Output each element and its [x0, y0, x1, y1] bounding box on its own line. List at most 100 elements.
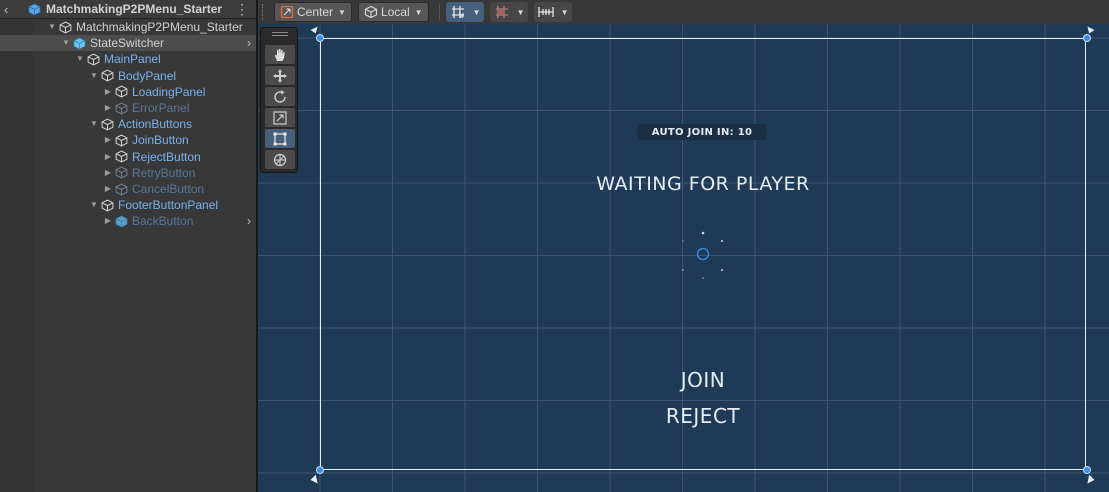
gameobject-cube-icon: [115, 85, 128, 98]
collapsed-arrow-icon[interactable]: ▶: [103, 165, 113, 181]
scene-cube-icon: [28, 3, 41, 15]
prefab-cube-icon: [115, 215, 128, 228]
collapsed-arrow-icon[interactable]: ▶: [103, 149, 113, 165]
hierarchy-item-actionbuttons[interactable]: ▼ ActionButtons: [0, 116, 257, 132]
hierarchy-item-label: MainPanel: [104, 52, 161, 67]
gameobject-cube-icon: [101, 69, 114, 82]
hierarchy-item-label: ErrorPanel: [132, 101, 190, 115]
chevron-right-icon[interactable]: ›: [247, 35, 251, 51]
gameobject-cube-icon: [115, 183, 128, 195]
align-toggle[interactable]: ▼: [533, 2, 572, 22]
align-button[interactable]: [533, 2, 558, 22]
caret-down-icon: ▼: [414, 7, 423, 17]
expanded-arrow-icon[interactable]: ▼: [75, 51, 85, 67]
expanded-arrow-icon[interactable]: ▼: [89, 116, 99, 132]
hierarchy-item-cancelbutton[interactable]: ▶ CancelButton: [0, 181, 257, 197]
collapsed-arrow-icon[interactable]: ▶: [103, 84, 113, 100]
chevron-right-icon[interactable]: ›: [247, 213, 251, 229]
increment-snap-icon: [495, 6, 508, 18]
gameobject-cube-icon: [59, 21, 72, 33]
pivot-center-icon: [280, 5, 294, 19]
hand-icon: [275, 48, 285, 61]
anchor-top-left-icon: [309, 25, 319, 35]
hierarchy-item-stateswitcher[interactable]: ▼ StateSwitcher ›: [0, 35, 257, 52]
hierarchy-item-label: BackButton: [132, 214, 194, 229]
collapsed-arrow-icon[interactable]: ▶: [103, 181, 113, 197]
caret-down-icon[interactable]: ▼: [469, 2, 484, 22]
hierarchy-item-label: ActionButtons: [118, 117, 193, 132]
scene-toolbar: Center ▼ Local ▼ ▼ ▼ ▼: [258, 0, 1109, 24]
rotate-icon: [274, 89, 286, 103]
collapsed-arrow-icon[interactable]: ▶: [103, 100, 113, 116]
hierarchy-item-joinbutton[interactable]: ▶ JoinButton: [0, 132, 257, 148]
waiting-title: WAITING FOR PLAYER: [596, 173, 810, 195]
gameobject-cube-icon: [115, 166, 128, 179]
join-button[interactable]: JOIN: [653, 368, 753, 392]
gameobject-cube-icon: [115, 150, 128, 163]
toolbar-separator: [438, 4, 440, 20]
hierarchy-item-label: RetryButton: [132, 165, 196, 180]
pivot-mode-label: Center: [297, 5, 334, 19]
gameobject-cube-icon: [87, 53, 100, 66]
hierarchy-item-bodypanel[interactable]: ▼ BodyPanel: [0, 68, 257, 84]
reject-button[interactable]: REJECT: [638, 404, 768, 428]
rect-transform-icon: [273, 132, 287, 145]
hierarchy-item-mainpanel[interactable]: ▼ MainPanel: [0, 51, 257, 67]
loading-spinner-icon: [682, 231, 724, 279]
hierarchy-header: ‹ MatchmakingP2PMenu_Starter ⋮: [0, 0, 257, 19]
gameobject-cube-icon: [115, 134, 128, 147]
expanded-arrow-icon[interactable]: ▼: [61, 35, 71, 51]
hierarchy-item-label: MatchmakingP2PMenu_Starter: [76, 20, 243, 34]
transform-icon: [273, 153, 287, 166]
grid-snap-icon: [451, 6, 464, 18]
anchor-bottom-right-icon: [1086, 473, 1096, 485]
anchor-top-right-icon: [1086, 25, 1096, 35]
increment-snap-toggle[interactable]: ▼: [489, 2, 528, 22]
prefab-cube-icon: [73, 37, 86, 50]
hand-tool[interactable]: [265, 45, 295, 64]
scale-icon: [273, 110, 287, 125]
rect-tool[interactable]: [265, 129, 295, 148]
transform-tool[interactable]: [265, 150, 295, 169]
grid-snap-button[interactable]: [445, 2, 470, 22]
hierarchy-item-label: CancelButton: [132, 182, 205, 196]
tools-palette: [260, 27, 298, 173]
collapsed-arrow-icon[interactable]: ▶: [103, 132, 113, 148]
hierarchy-item-loadingpanel[interactable]: ▶ LoadingPanel: [0, 84, 257, 100]
caret-down-icon[interactable]: ▼: [513, 2, 528, 22]
hierarchy-item-label: StateSwitcher: [90, 36, 165, 51]
hierarchy-item-label: FooterButtonPanel: [118, 198, 219, 213]
toolbar-grip[interactable]: [262, 4, 264, 20]
kebab-menu-icon[interactable]: ⋮: [235, 1, 249, 18]
caret-down-icon: ▼: [338, 7, 346, 17]
hierarchy-item-footerbuttonpanel[interactable]: ▼ FooterButtonPanel: [0, 197, 257, 213]
grid-snap-toggle[interactable]: ▼: [445, 2, 484, 22]
auto-join-text: AUTO JOIN IN: 10: [651, 126, 753, 138]
caret-down-icon[interactable]: ▼: [557, 2, 572, 22]
hierarchy-item-label: RejectButton: [132, 149, 201, 164]
scale-tool[interactable]: [265, 108, 295, 127]
scene-view[interactable]: AUTO JOIN IN: 10 WAITING FOR PLAYER JOIN…: [258, 24, 1109, 492]
hierarchy-item-matchmakingp2pmenu_starter[interactable]: ▼ MatchmakingP2PMenu_Starter: [0, 19, 257, 35]
collapsed-arrow-icon[interactable]: ▶: [103, 213, 113, 229]
handle-rotation-dropdown[interactable]: Local ▼: [357, 2, 429, 22]
increment-snap-button[interactable]: [489, 2, 514, 22]
expanded-arrow-icon[interactable]: ▼: [89, 68, 99, 84]
expanded-arrow-icon[interactable]: ▼: [89, 197, 99, 213]
pivot-mode-dropdown[interactable]: Center ▼: [274, 2, 352, 22]
expanded-arrow-icon[interactable]: ▼: [47, 19, 57, 35]
hierarchy-item-label: JoinButton: [132, 133, 189, 148]
move-tool[interactable]: [265, 66, 295, 85]
hierarchy-item-backbutton[interactable]: ▶ BackButton ›: [0, 213, 257, 229]
handle-rotation-label: Local: [380, 5, 410, 19]
palette-grip[interactable]: [272, 32, 288, 36]
hierarchy-item-rejectbutton[interactable]: ▶ RejectButton: [0, 149, 257, 165]
move-arrows-icon: [273, 68, 287, 83]
rotate-tool[interactable]: [265, 87, 295, 106]
gameobject-cube-icon: [101, 199, 114, 212]
hierarchy-item-errorpanel[interactable]: ▶ ErrorPanel: [0, 100, 257, 116]
local-cube-icon: [364, 5, 378, 19]
chevron-left-icon[interactable]: ‹: [4, 2, 18, 17]
align-grid-icon: [537, 7, 554, 17]
hierarchy-item-retrybutton[interactable]: ▶ RetryButton: [0, 165, 257, 181]
